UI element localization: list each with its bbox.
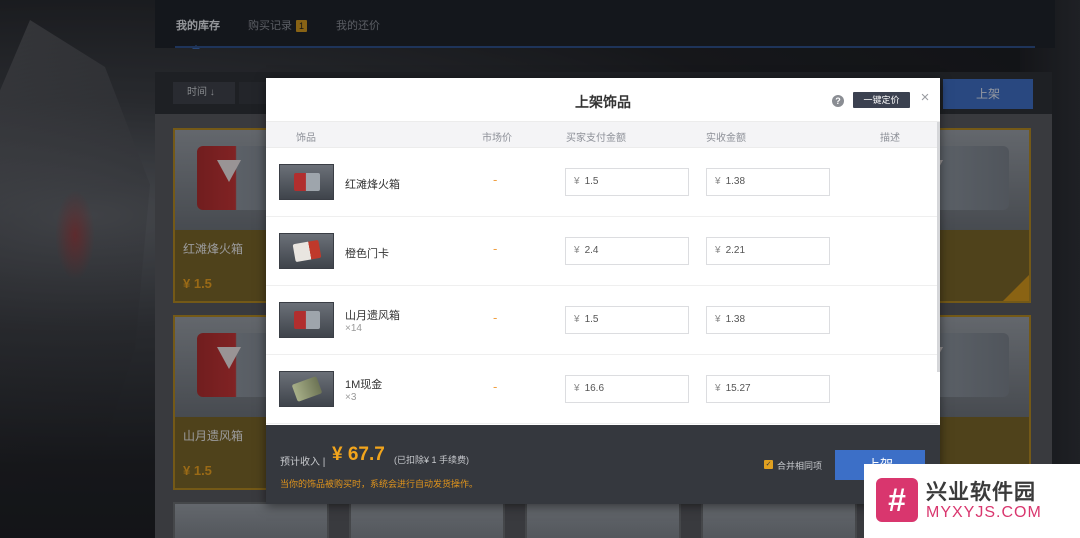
- one-click-pricing-button[interactable]: 一键定价: [853, 92, 910, 108]
- receive-value: 15.27: [725, 383, 751, 394]
- list-items-dialog: 上架饰品 ? 一键定价 × 饰品 市场价 买家支付金额 实收金额 描述 红滩烽火…: [266, 78, 940, 504]
- item-quantity: ×14: [345, 323, 362, 334]
- item-thumbnail: [279, 233, 334, 269]
- buyer-pay-value: 2.4: [584, 245, 599, 256]
- currency-symbol: ¥: [574, 176, 580, 187]
- table-row: 红滩烽火箱 - ¥1.5 ¥1.38: [266, 148, 938, 217]
- items-table: 红滩烽火箱 - ¥1.5 ¥1.38 橙色门卡 - ¥2.4 ¥2.21 山月遗…: [266, 148, 938, 425]
- receive-amount-input[interactable]: ¥1.38: [706, 168, 830, 196]
- item-name: 橙色门卡: [345, 248, 389, 260]
- item-quantity: ×3: [345, 392, 357, 403]
- table-row: 山月遗风箱 ×14 - ¥1.5 ¥1.38: [266, 286, 938, 355]
- item-name: 1M现金: [345, 379, 383, 391]
- merge-same-label[interactable]: 合并相同项: [777, 459, 822, 472]
- dialog-footer: 预计收入 | ¥ 67.7 (已扣除¥ 1 手续费) 当你的饰品被购买时，系统会…: [266, 425, 940, 504]
- receive-value: 2.21: [725, 245, 746, 256]
- column-buyer-pay: 买家支付金额: [566, 133, 626, 144]
- auto-delivery-note: 当你的饰品被购买时，系统会进行自动发货操作。: [280, 479, 479, 489]
- column-item: 饰品: [296, 133, 316, 144]
- currency-symbol: ¥: [574, 245, 580, 256]
- buyer-pay-value: 1.5: [584, 314, 599, 325]
- fee-note: (已扣除¥ 1 手续费): [394, 455, 470, 465]
- dialog-header: 上架饰品 ? 一键定价 ×: [266, 78, 940, 122]
- receive-amount-input[interactable]: ¥2.21: [706, 237, 830, 265]
- watermark-title: 兴业软件园: [926, 481, 1036, 504]
- receive-value: 1.38: [725, 176, 746, 187]
- expected-income-label: 预计收入 |: [280, 457, 326, 468]
- currency-symbol: ¥: [715, 176, 721, 187]
- buyer-pay-input[interactable]: ¥2.4: [565, 237, 689, 265]
- currency-symbol: ¥: [574, 314, 580, 325]
- receive-value: 1.38: [725, 314, 746, 325]
- scrollbar[interactable]: [937, 122, 940, 372]
- site-watermark: # 兴业软件园 MYXYJS.COM: [864, 464, 1080, 538]
- table-row: 橙色门卡 - ¥2.4 ¥2.21: [266, 217, 938, 286]
- currency-symbol: ¥: [574, 383, 580, 394]
- item-thumbnail: [279, 302, 334, 338]
- table-header: 饰品 市场价 买家支付金额 实收金额 描述: [266, 122, 938, 148]
- buyer-pay-value: 1.5: [584, 176, 599, 187]
- expected-income-value: ¥ 67.7: [332, 444, 385, 465]
- merge-same-checkbox[interactable]: ✓: [764, 460, 773, 469]
- item-thumbnail: [279, 371, 334, 407]
- item-name: 红滩烽火箱: [345, 179, 400, 191]
- market-price: -: [493, 310, 498, 325]
- market-price: -: [493, 241, 498, 256]
- buyer-pay-input[interactable]: ¥1.5: [565, 168, 689, 196]
- item-thumbnail: [279, 164, 334, 200]
- close-icon[interactable]: ×: [918, 89, 932, 107]
- table-row: 1M现金 ×3 - ¥16.6 ¥15.27: [266, 355, 938, 424]
- buyer-pay-input[interactable]: ¥1.5: [565, 306, 689, 334]
- column-receive: 实收金额: [706, 133, 746, 144]
- help-icon[interactable]: ?: [832, 95, 844, 107]
- item-name: 山月遗风箱: [345, 310, 400, 322]
- market-price: -: [493, 379, 498, 394]
- currency-symbol: ¥: [715, 383, 721, 394]
- watermark-logo: #: [876, 478, 918, 522]
- currency-symbol: ¥: [715, 245, 721, 256]
- receive-amount-input[interactable]: ¥1.38: [706, 306, 830, 334]
- column-description: 描述: [880, 133, 900, 144]
- column-market-price: 市场价: [482, 133, 512, 144]
- buyer-pay-value: 16.6: [584, 383, 605, 394]
- watermark-url: MYXYJS.COM: [926, 504, 1042, 521]
- receive-amount-input[interactable]: ¥15.27: [706, 375, 830, 403]
- buyer-pay-input[interactable]: ¥16.6: [565, 375, 689, 403]
- currency-symbol: ¥: [715, 314, 721, 325]
- market-price: -: [493, 172, 498, 187]
